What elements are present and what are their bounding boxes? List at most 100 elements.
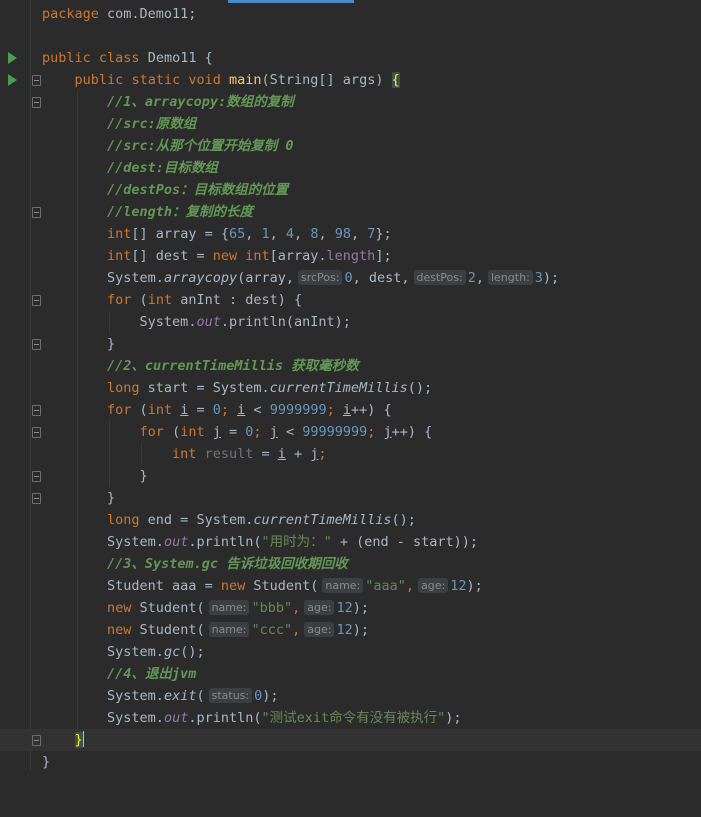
code-text: System. [107, 534, 164, 550]
keyword-token: new [107, 622, 132, 638]
code-text: anInt : dest) { [172, 292, 303, 308]
code-line[interactable]: int[] dest = new int[array.length]; [0, 245, 701, 267]
param-hint: status: [208, 688, 253, 703]
code-line[interactable]: //src:从那个位置开始复制 0 [0, 135, 701, 157]
code-text: , [294, 226, 311, 242]
code-line[interactable]: } [0, 465, 701, 487]
code-line[interactable]: //src:原数组 [0, 113, 701, 135]
code-text: = [188, 402, 213, 418]
code-text: < [245, 402, 270, 418]
code-line[interactable]: } [0, 487, 701, 509]
code-line[interactable]: for (int j = 0; j < 99999999; j++) { [0, 421, 701, 443]
code-text: ( [131, 292, 148, 308]
code-text: ( [131, 402, 148, 418]
method-name: main [229, 72, 262, 88]
fold-icon[interactable] [32, 493, 41, 504]
code-line[interactable]: for (int i = 0; i < 9999999; i++) { [0, 399, 701, 421]
comment: //4、退出jvm [107, 666, 197, 682]
code-line[interactable]: System.arraycopy(array, srcPos: 0, dest, de… [0, 267, 701, 289]
string-literal: "ccc" [251, 622, 293, 638]
comment: //src:原数组 [107, 116, 197, 132]
code-line[interactable]: int result = i + j; [0, 443, 701, 465]
code-line[interactable]: //4、退出jvm [0, 663, 701, 685]
fold-icon[interactable] [32, 207, 41, 218]
code-line[interactable]: //3、System.gc 告诉垃圾回收期回收 [0, 553, 701, 575]
fold-icon[interactable] [32, 97, 41, 108]
code-line[interactable]: new Student(name: "bbb", age: 12); [0, 597, 701, 619]
code-text: , dest, [352, 270, 410, 286]
code-line[interactable]: new Student(name: "ccc", age: 12); [0, 619, 701, 641]
code-line[interactable]: public static void main(String[] args) { [0, 69, 701, 91]
brace: } [42, 754, 51, 770]
number: 1 [261, 226, 270, 242]
keyword-token: long [107, 380, 140, 396]
fold-icon[interactable] [32, 735, 41, 746]
fold-icon[interactable] [32, 471, 41, 482]
code-line[interactable]: //destPos：目标数组的位置 [0, 179, 701, 201]
code-line[interactable]: System.exit(status: 0); [0, 685, 701, 707]
code-line[interactable]: int[] array = {65, 1, 4, 8, 98, 7}; [0, 223, 701, 245]
keyword-token: int [147, 292, 173, 308]
method-name: currentTimeMillis [253, 512, 392, 528]
code-text: ; [318, 446, 327, 462]
code-text: ; [220, 402, 238, 418]
code-line[interactable]: for (int anInt : dest) { [0, 289, 701, 311]
code-line[interactable]: System.out.println("测试exit命令有没有被执行"); [0, 707, 701, 729]
fold-icon[interactable] [32, 339, 41, 350]
comment: //3、System.gc 告诉垃圾回收期回收 [107, 556, 348, 572]
code-line[interactable]: //1、arraycopy:数组的复制 [0, 91, 701, 113]
code-line-current[interactable]: } [0, 729, 701, 751]
param-hint: name: [208, 622, 250, 637]
code-editor[interactable]: package com.Demo11; public class Demo11 … [0, 0, 701, 770]
code-text: , [405, 578, 415, 594]
code-text: Student( [245, 578, 319, 594]
code-line[interactable]: //length：复制的长度 [0, 201, 701, 223]
code-text: ; [326, 402, 343, 418]
code-text: System. [139, 314, 197, 330]
keyword-token: new [220, 578, 246, 594]
keyword-token: int [107, 226, 132, 242]
number: 12 [336, 600, 353, 616]
code-line[interactable]: System.out.println("用时为：" + (end - start… [0, 531, 701, 553]
fold-icon[interactable] [32, 427, 41, 438]
code-line[interactable]: long start = System.currentTimeMillis(); [0, 377, 701, 399]
code-text: System. [107, 688, 164, 704]
method-name: gc [163, 644, 181, 660]
code-text: ); [352, 622, 369, 638]
code-text: + [285, 446, 311, 462]
fold-icon[interactable] [32, 75, 41, 86]
brace: } [107, 336, 116, 352]
fold-icon[interactable] [32, 295, 41, 306]
code-line[interactable]: long end = System.currentTimeMillis(); [0, 509, 701, 531]
method-name: currentTimeMillis [269, 380, 408, 396]
code-line[interactable]: System.out.println(anInt); [0, 311, 701, 333]
keyword-token: for [107, 292, 132, 308]
run-main-icon[interactable] [8, 74, 17, 86]
code-line[interactable]: //2、currentTimeMillis 获取毫秒数 [0, 355, 701, 377]
comment: //destPos：目标数组的位置 [107, 182, 289, 198]
code-text: , [292, 622, 301, 638]
code-line[interactable]: public class Demo11 { [0, 47, 701, 69]
variable: i [277, 446, 286, 462]
code-text: < [277, 424, 303, 440]
code-line[interactable]: Student aaa = new Student(name: "aaa", age… [0, 575, 701, 597]
param-hint: age: [418, 578, 449, 593]
code-line[interactable]: package com.Demo11; [0, 3, 701, 25]
fold-icon[interactable] [32, 405, 41, 416]
method-name: arraycopy [163, 270, 238, 286]
comment: //length：复制的长度 [107, 204, 254, 220]
param-hint: srcPos: [298, 270, 343, 285]
number: 0 [344, 270, 353, 286]
brace-highlight: } [74, 732, 83, 748]
brace: } [139, 468, 148, 484]
code-text: Student( [131, 622, 205, 638]
code-text: (); [391, 512, 416, 528]
code-text: System. [107, 710, 164, 726]
code-text: ( [196, 688, 205, 704]
code-line[interactable]: System.gc(); [0, 641, 701, 663]
code-text: , [292, 600, 301, 616]
code-line[interactable]: //dest:目标数组 [0, 157, 701, 179]
run-class-icon[interactable] [8, 52, 17, 64]
code-line[interactable]: } [0, 333, 701, 355]
